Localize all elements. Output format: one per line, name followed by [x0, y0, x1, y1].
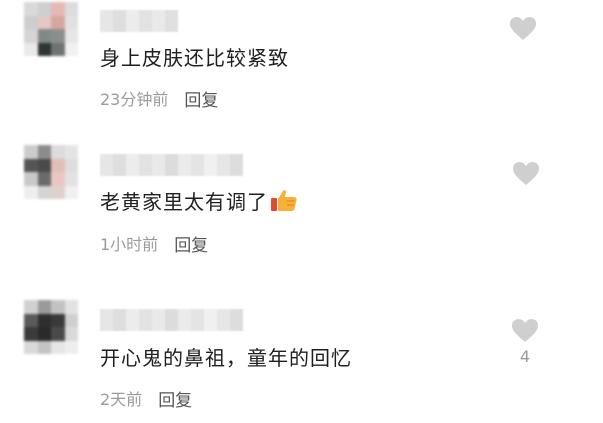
- comment-text-content: 身上皮肤还比较紧致: [100, 45, 289, 70]
- thumbs-up-icon: [271, 190, 297, 211]
- avatar[interactable]: [24, 2, 78, 56]
- comment-text: 老黄家里太有调了: [100, 185, 298, 215]
- username[interactable]: [100, 10, 178, 32]
- avatar[interactable]: [24, 300, 78, 354]
- comment-time: 2天前: [100, 390, 143, 409]
- comment-meta: 1小时前 回复: [100, 231, 208, 256]
- username[interactable]: [100, 154, 243, 176]
- reply-button[interactable]: 回复: [158, 386, 192, 411]
- heart-icon[interactable]: [512, 161, 540, 187]
- comment-meta: 23分钟前 回复: [100, 86, 218, 111]
- heart-icon[interactable]: [511, 318, 539, 344]
- comment-text-content: 开心鬼的鼻祖，童年的回忆: [100, 345, 352, 370]
- comment-time: 23分钟前: [100, 90, 169, 109]
- comment-text: 身上皮肤还比较紧致: [100, 42, 289, 70]
- like-count: 4: [519, 347, 531, 366]
- username[interactable]: [100, 309, 243, 331]
- reply-button[interactable]: 回复: [184, 86, 218, 111]
- comment-text: 开心鬼的鼻祖，童年的回忆: [100, 341, 352, 371]
- reply-button[interactable]: 回复: [174, 231, 208, 256]
- comment-text-content: 老黄家里太有调了: [100, 189, 268, 214]
- comment-meta: 2天前 回复: [100, 386, 192, 411]
- heart-icon[interactable]: [509, 16, 537, 42]
- comment-time: 1小时前: [100, 235, 159, 254]
- avatar[interactable]: [24, 145, 78, 199]
